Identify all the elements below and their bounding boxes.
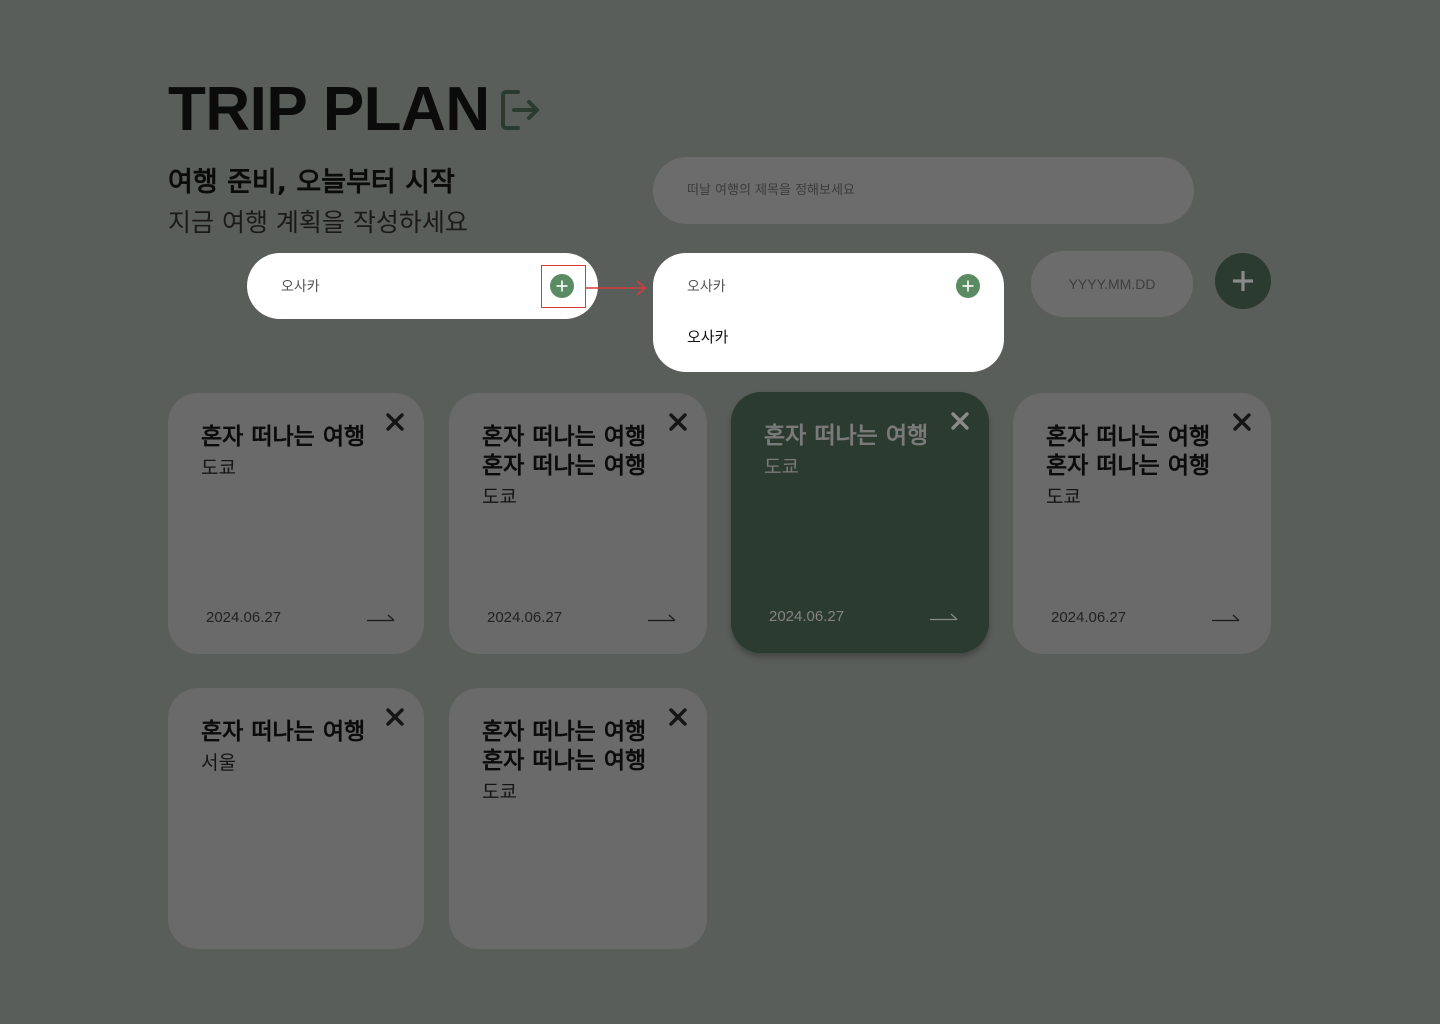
trip-card-title: 혼자 떠나는 여행 [482,424,647,450]
trip-card-title: 혼자 떠나는 여행 [482,748,647,774]
page-description: 지금 여행 계획을 작성하세요 [168,208,468,237]
trip-card-city: 도쿄 [764,456,799,478]
trip-card[interactable]: 혼자 떠나는 여행 혼자 떠나는 여행 도쿄 2024.06.27 [449,393,707,654]
trip-title-input[interactable] [653,157,1194,224]
trip-card-city: 도쿄 [1046,486,1081,508]
arrow-right-icon[interactable] [367,614,395,622]
trip-card-content: 혼자 떠나는 여행도쿄 [764,422,964,479]
dropdown-input-value: 오사카 [687,279,726,295]
plus-icon [962,280,974,292]
trip-card[interactable]: 혼자 떠나는 여행도쿄 2024.06.27 [168,393,424,654]
trip-card-title: 혼자 떠나는 여행 [482,719,647,745]
trip-card-content: 혼자 떠나는 여행도쿄 [201,423,401,480]
close-icon[interactable] [386,413,404,431]
trip-card-content: 혼자 떠나는 여행 혼자 떠나는 여행 도쿄 [1046,423,1246,509]
trip-card[interactable]: 혼자 떠나는 여행 혼자 떠나는 여행 도쿄 [449,688,707,949]
close-icon[interactable] [386,708,404,726]
logout-icon[interactable] [500,88,542,132]
trip-card-content: 혼자 떠나는 여행 혼자 떠나는 여행 도쿄 [482,718,682,804]
close-icon[interactable] [1233,413,1251,431]
close-icon[interactable] [951,412,969,430]
annotation-arrow-icon [586,280,647,296]
city-input-value: 오사카 [281,279,320,295]
trip-card-date: 2024.06.27 [1051,609,1127,626]
arrow-right-icon[interactable] [930,613,958,621]
trip-card-title: 혼자 떠나는 여행 [201,424,366,450]
trip-card-title: 혼자 떠나는 여행 [482,453,647,479]
plus-icon [1233,271,1253,291]
add-city-button[interactable] [956,274,980,298]
trip-card-city: 도쿄 [482,781,517,803]
trip-card-date: 2024.06.27 [769,608,845,625]
trip-card-title: 혼자 떠나는 여행 [764,423,929,449]
city-dropdown[interactable]: 오사카 오사카 [653,253,1004,372]
trip-card-city: 도쿄 [482,486,517,508]
trip-card-city: 도쿄 [201,457,236,479]
annotation-highlight-box [541,265,586,308]
page-subtitle: 여행 준비, 오늘부터 시작 [168,167,455,198]
trip-card[interactable]: 혼자 떠나는 여행도쿄 2024.06.27 [731,392,989,653]
arrow-right-icon[interactable] [648,614,676,622]
page-title: TRIP PLAN [168,75,490,144]
trip-card[interactable]: 혼자 떠나는 여행서울 [168,688,424,949]
trip-card-date: 2024.06.27 [206,609,282,626]
trip-card-title: 혼자 떠나는 여행 [1046,453,1211,479]
trip-card[interactable]: 혼자 떠나는 여행 혼자 떠나는 여행 도쿄 2024.06.27 [1013,393,1271,654]
trip-card-content: 혼자 떠나는 여행서울 [201,718,401,775]
close-icon[interactable] [669,413,687,431]
trip-card-title: 혼자 떠나는 여행 [201,719,366,745]
trip-card-date: 2024.06.27 [487,609,563,626]
trip-card-content: 혼자 떠나는 여행 혼자 떠나는 여행 도쿄 [482,423,682,509]
close-icon[interactable] [669,708,687,726]
dropdown-option[interactable]: 오사카 [687,326,728,347]
trip-card-city: 서울 [201,752,236,774]
date-input[interactable]: YYYY.MM.DD [1031,251,1193,317]
arrow-right-icon[interactable] [1212,614,1240,622]
trip-card-title: 혼자 떠나는 여행 [1046,424,1211,450]
add-trip-button[interactable] [1215,253,1271,309]
